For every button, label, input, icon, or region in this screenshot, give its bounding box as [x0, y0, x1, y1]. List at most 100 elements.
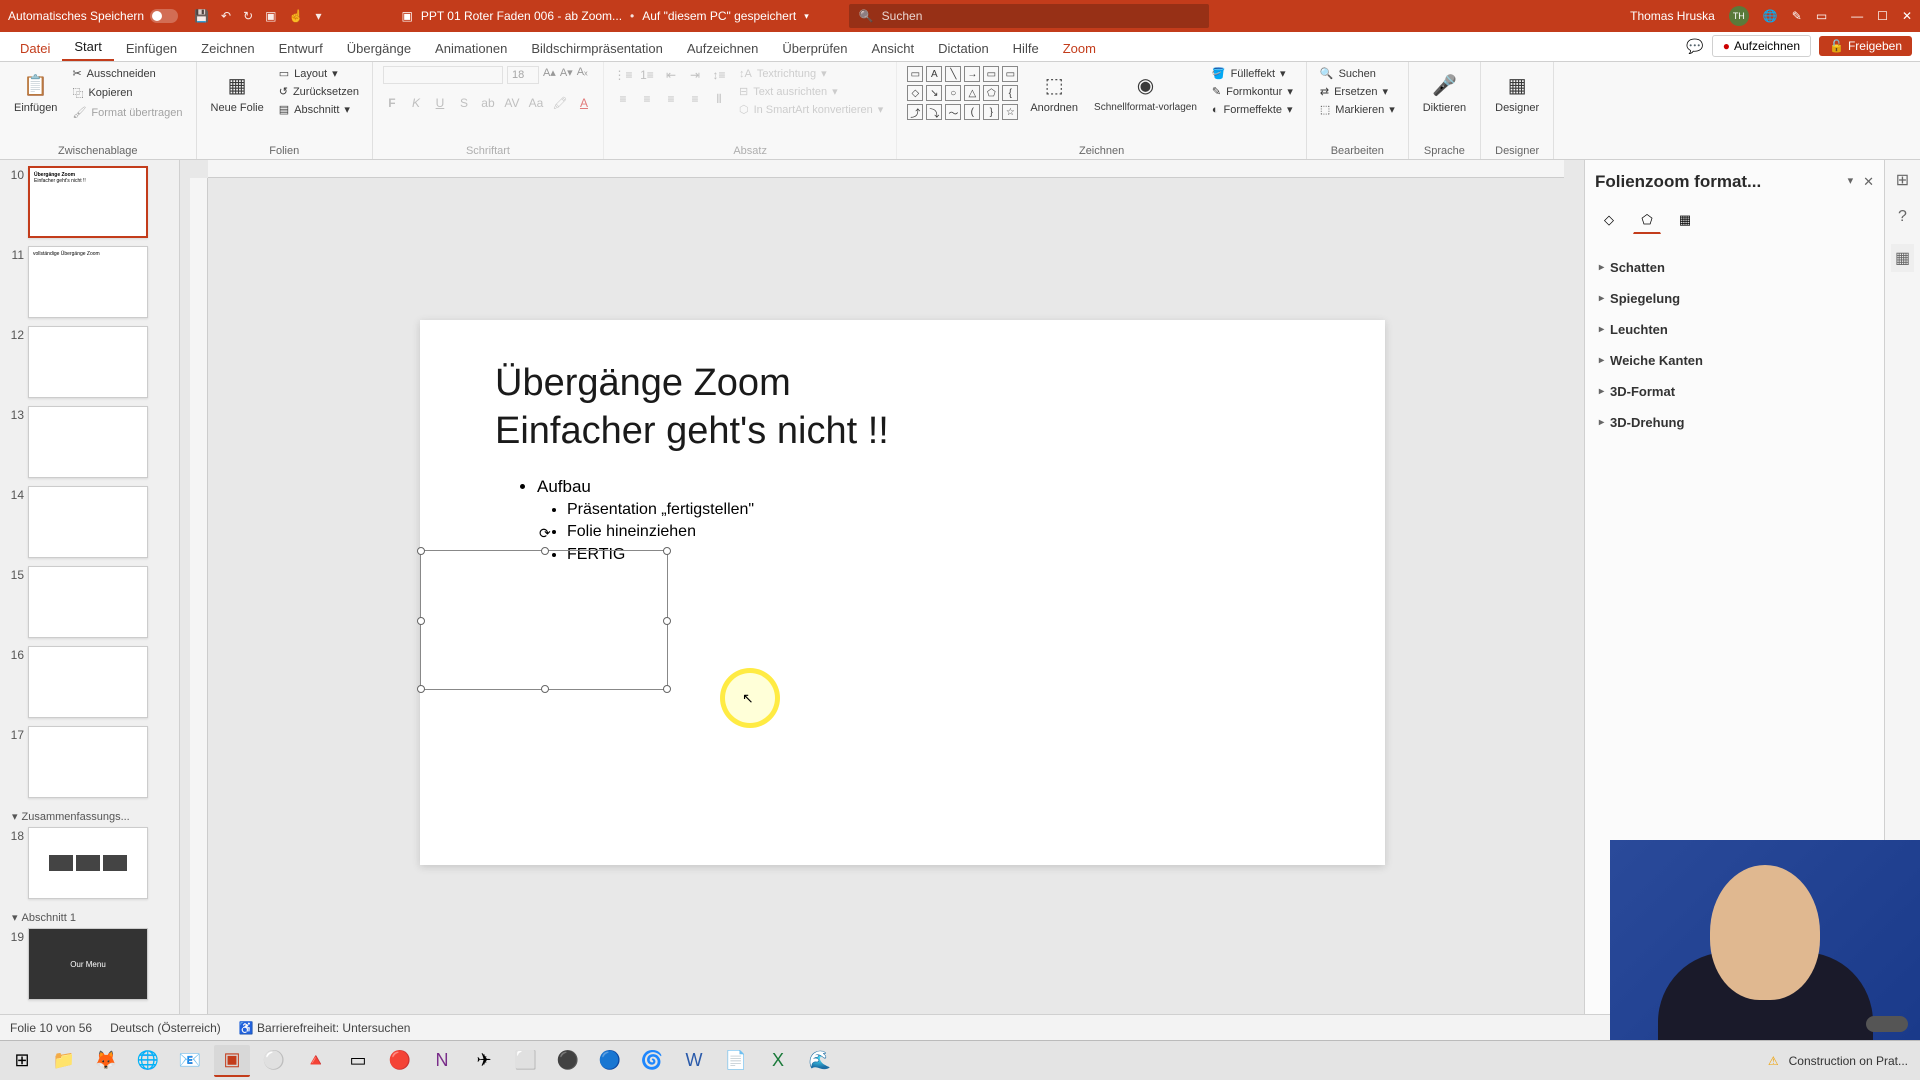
section-soft-edges[interactable]: Weiche Kanten [1595, 345, 1874, 376]
user-name[interactable]: Thomas Hruska [1630, 9, 1715, 23]
decrease-font-icon[interactable]: A▾ [560, 66, 573, 84]
undo-icon[interactable]: ↶ [221, 9, 231, 23]
autosave-toggle[interactable]: Automatisches Speichern [8, 9, 178, 23]
text-direction-button[interactable]: ↕ATextrichtung ▾ [736, 66, 886, 81]
slide-thumb-18[interactable] [28, 827, 148, 899]
outline-button[interactable]: ✎Formkontur ▾ [1209, 84, 1296, 99]
record-button[interactable]: ●Aufzeichnen [1712, 35, 1811, 57]
format-painter-button[interactable]: 🖌Format übertragen [69, 105, 185, 120]
app-icon-1[interactable]: ⚪ [256, 1045, 292, 1077]
section-header-2[interactable]: ▾ Abschnitt 1 [4, 907, 175, 928]
tab-transitions[interactable]: Übergänge [335, 36, 423, 61]
slide-thumb-17[interactable] [28, 726, 148, 798]
rail-help-icon[interactable]: ? [1898, 208, 1907, 226]
app-icon-5[interactable]: 🔵 [592, 1045, 628, 1077]
columns-icon[interactable]: ⫴ [710, 90, 728, 108]
powerpoint-taskbar-icon[interactable]: ▣ [214, 1045, 250, 1077]
tab-review[interactable]: Überprüfen [770, 36, 859, 61]
replace-button[interactable]: ⇄Ersetzen ▾ [1317, 84, 1398, 99]
comments-icon[interactable]: 💬 [1686, 38, 1703, 55]
tab-insert[interactable]: Einfügen [114, 36, 189, 61]
start-button[interactable]: ⊞ [4, 1045, 40, 1077]
tab-dictation[interactable]: Dictation [926, 36, 1001, 61]
selection-box[interactable]: ⟳ [420, 550, 668, 690]
shadow-button[interactable]: ab [479, 94, 497, 112]
chevron-down-icon[interactable]: ▾ [804, 11, 809, 22]
slide-thumb-15[interactable] [28, 566, 148, 638]
outlook-icon[interactable]: 📧 [172, 1045, 208, 1077]
save-icon[interactable]: 💾 [194, 9, 209, 23]
share-button[interactable]: 🔓Freigeben [1819, 36, 1912, 56]
increase-font-icon[interactable]: A▴ [543, 66, 556, 84]
effects-button[interactable]: ◐Formeffekte ▾ [1209, 102, 1296, 117]
indent-inc-icon[interactable]: ⇥ [686, 66, 704, 84]
app-icon-4[interactable]: ⬜ [508, 1045, 544, 1077]
align-center-icon[interactable]: ≡ [638, 90, 656, 108]
quick-styles-button[interactable]: ◉Schnellformat-vorlagen [1090, 66, 1201, 117]
tab-file[interactable]: Datei [8, 36, 62, 61]
tab-record[interactable]: Aufzeichnen [675, 36, 771, 61]
section-reflection[interactable]: Spiegelung [1595, 283, 1874, 314]
tab-draw[interactable]: Zeichnen [189, 36, 266, 61]
paste-button[interactable]: 📋 Einfügen [10, 66, 61, 118]
search-input[interactable] [882, 9, 1199, 23]
pane-close-icon[interactable]: ✕ [1863, 174, 1874, 190]
rotate-handle-icon[interactable]: ⟳ [539, 525, 551, 542]
spacing-button[interactable]: AV [503, 94, 521, 112]
tab-zoom[interactable]: Zoom [1051, 36, 1108, 61]
font-color-button[interactable]: A [575, 94, 593, 112]
strike-button[interactable]: S [455, 94, 473, 112]
chrome-icon[interactable]: 🌐 [130, 1045, 166, 1077]
slide-title[interactable]: Übergänge Zoom Einfacher geht's nicht !! [495, 360, 889, 455]
highlight-button[interactable]: 🖍 [551, 94, 569, 112]
touch-icon[interactable]: ☝ [289, 9, 304, 23]
tab-slideshow[interactable]: Bildschirmpräsentation [519, 36, 675, 61]
word-icon[interactable]: W [676, 1045, 712, 1077]
tab-help[interactable]: Hilfe [1001, 36, 1051, 61]
bullets-icon[interactable]: ⋮≡ [614, 66, 632, 84]
app-icon-7[interactable]: 📄 [718, 1045, 754, 1077]
vlc-icon[interactable]: 🔺 [298, 1045, 334, 1077]
edge-icon[interactable]: 🌊 [802, 1045, 838, 1077]
accessibility-status[interactable]: ♿ Barrierefreiheit: Untersuchen [239, 1021, 411, 1035]
slide-editor[interactable]: Übergänge Zoom Einfacher geht's nicht !!… [180, 160, 1584, 1014]
justify-icon[interactable]: ≡ [686, 90, 704, 108]
new-slide-button[interactable]: ▦ Neue Folie [207, 66, 268, 118]
qat-dropdown-icon[interactable]: ▾ [315, 9, 321, 23]
obs-icon[interactable]: ⚫ [550, 1045, 586, 1077]
italic-button[interactable]: K [407, 94, 425, 112]
globe-icon[interactable]: 🌐 [1763, 9, 1778, 23]
slide-thumb-10[interactable]: Übergänge ZoomEinfacher geht's nicht !! [28, 166, 148, 238]
user-avatar[interactable]: TH [1729, 6, 1749, 26]
designer-button[interactable]: ▦Designer [1491, 66, 1543, 118]
save-status[interactable]: Auf "diesem PC" gespeichert [642, 9, 796, 23]
underline-button[interactable]: U [431, 94, 449, 112]
font-size-input[interactable] [507, 66, 539, 84]
size-tab-icon[interactable]: ▦ [1671, 206, 1699, 234]
smartart-button[interactable]: ⬡In SmartArt konvertieren ▾ [736, 102, 886, 117]
app-icon-3[interactable]: 🔴 [382, 1045, 418, 1077]
window-icon[interactable]: ▭ [1816, 9, 1827, 23]
find-button[interactable]: 🔍Suchen [1317, 66, 1398, 81]
notification-text[interactable]: Construction on Prat... [1789, 1054, 1908, 1068]
effects-tab-icon[interactable]: ⬠ [1633, 206, 1661, 234]
telegram-icon[interactable]: ✈ [466, 1045, 502, 1077]
line-spacing-icon[interactable]: ↕≡ [710, 66, 728, 84]
text-align-button[interactable]: ⊟Text ausrichten ▾ [736, 84, 886, 99]
cut-button[interactable]: ✂Ausschneiden [69, 66, 185, 81]
onenote-icon[interactable]: N [424, 1045, 460, 1077]
document-name[interactable]: PPT 01 Roter Faden 006 - ab Zoom... [421, 9, 622, 23]
slide-thumb-11[interactable]: vollständige Übergänge Zoom [28, 246, 148, 318]
app-icon-2[interactable]: ▭ [340, 1045, 376, 1077]
copy-button[interactable]: ⿻Kopieren [69, 84, 185, 102]
section-shadow[interactable]: Schatten [1595, 252, 1874, 283]
pen-icon[interactable]: ✎ [1792, 9, 1802, 23]
section-button[interactable]: ▤Abschnitt ▾ [276, 102, 362, 117]
rail-designer-icon[interactable]: ▦ [1891, 244, 1914, 272]
bold-button[interactable]: F [383, 94, 401, 112]
shape-gallery[interactable]: ▭A╲→▭▭ ◇↘○△⬠{ ⤴⤵〜(}☆ [907, 66, 1018, 120]
rail-icon-1[interactable]: ⊞ [1896, 170, 1909, 190]
system-tray[interactable]: ⚠ Construction on Prat... [1768, 1054, 1916, 1068]
section-header-1[interactable]: ▾ Zusammenfassungs... [4, 806, 175, 827]
numbering-icon[interactable]: 1≡ [638, 66, 656, 84]
